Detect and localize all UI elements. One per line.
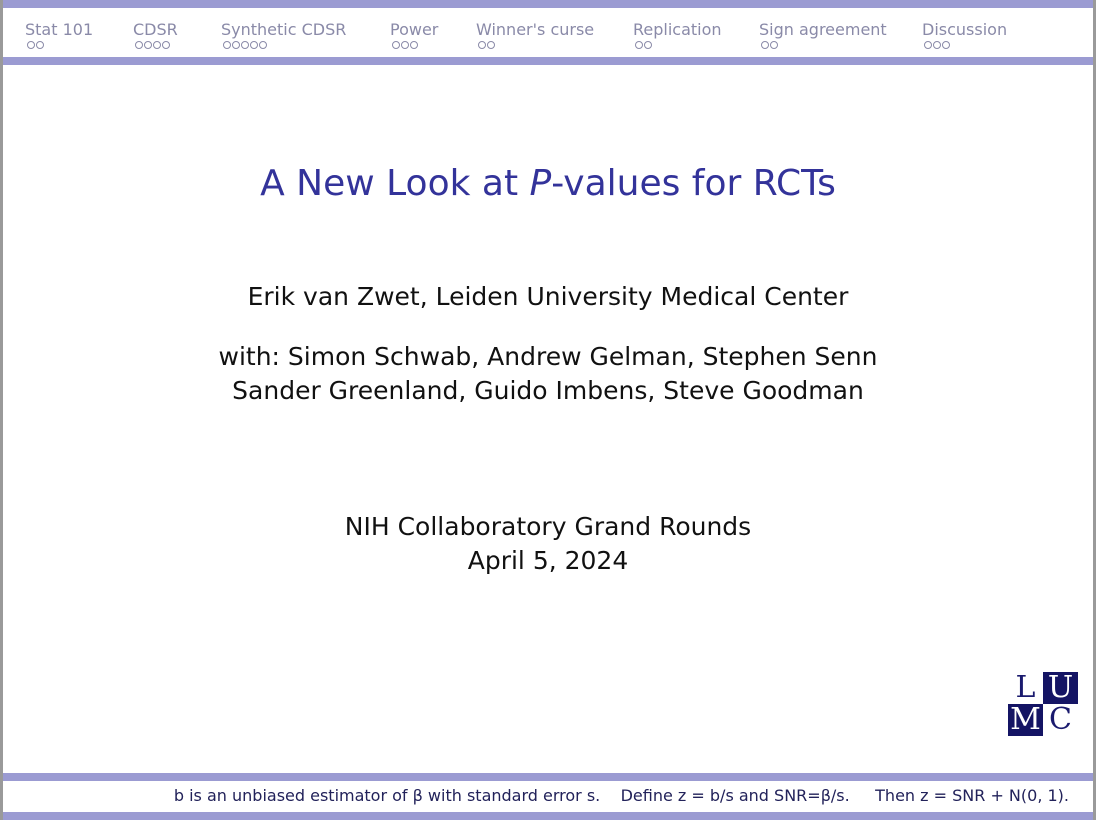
- nav-section-label: CDSR: [133, 20, 178, 39]
- nav-section-sign-agreement[interactable]: Sign agreement: [759, 20, 887, 49]
- collaborators-line-2: Sander Greenland, Guido Imbens, Steve Go…: [232, 376, 864, 405]
- nav-section-label: Stat 101: [25, 20, 94, 39]
- slide-dot[interactable]: [135, 41, 143, 49]
- title-suffix: -values for RCTs: [551, 163, 836, 204]
- nav-section-replication[interactable]: Replication: [633, 20, 722, 49]
- logo-letter-c: C: [1049, 702, 1072, 737]
- slide-dot[interactable]: [153, 41, 161, 49]
- slide-dot[interactable]: [924, 41, 932, 49]
- window-edge-left: [0, 0, 3, 820]
- event-name: NIH Collaboratory Grand Rounds: [344, 512, 752, 541]
- footer-formula-text: b is an unbiased estimator of β with sta…: [173, 786, 1069, 805]
- lumc-logo: L U M C: [1008, 672, 1078, 736]
- logo-letter-u: U: [1043, 672, 1078, 704]
- slide-dots[interactable]: [924, 41, 1007, 49]
- header-bar-top: [3, 0, 1093, 8]
- nav-section-synthetic-cdsr[interactable]: Synthetic CDSR: [221, 20, 346, 49]
- nav-section-label: Replication: [633, 20, 722, 39]
- slide-dots[interactable]: [392, 41, 438, 49]
- slide-dot[interactable]: [933, 41, 941, 49]
- slide-dots[interactable]: [635, 41, 722, 49]
- slide-dot[interactable]: [401, 41, 409, 49]
- slide-dot[interactable]: [942, 41, 950, 49]
- logo-letter-l: L: [1015, 670, 1036, 705]
- slide-dots[interactable]: [27, 41, 93, 49]
- slide-dot[interactable]: [223, 41, 231, 49]
- slide-dot[interactable]: [162, 41, 170, 49]
- footer-bar-bottom: [3, 812, 1093, 820]
- author: Erik van Zwet, Leiden University Medical…: [247, 282, 849, 311]
- collaborators-line-1: with: Simon Schwab, Andrew Gelman, Steph…: [218, 342, 878, 371]
- slide-dot[interactable]: [250, 41, 258, 49]
- nav-section-cdsr[interactable]: CDSR: [133, 20, 178, 49]
- slide-dot[interactable]: [27, 41, 35, 49]
- section-navigation: Stat 101 CDSR Synthetic CDSR Power Winne…: [3, 8, 1093, 57]
- slide-dot[interactable]: [644, 41, 652, 49]
- slide-dot[interactable]: [144, 41, 152, 49]
- header-bar-bottom: [3, 57, 1093, 65]
- event-date: April 5, 2024: [467, 546, 629, 575]
- slide-dot[interactable]: [410, 41, 418, 49]
- slide-dots[interactable]: [223, 41, 346, 49]
- event-info: NIH Collaboratory Grand Rounds April 5, …: [0, 510, 1096, 578]
- slide-dot[interactable]: [487, 41, 495, 49]
- slide-dot[interactable]: [761, 41, 769, 49]
- slide-title: A New Look at P-values for RCTs: [0, 163, 1096, 204]
- logo-letter-m: M: [1008, 704, 1043, 736]
- slide-dot[interactable]: [259, 41, 267, 49]
- title-prefix: A New Look at: [260, 163, 530, 204]
- nav-section-power[interactable]: Power: [390, 20, 438, 49]
- slide-dots[interactable]: [761, 41, 887, 49]
- nav-section-label: Discussion: [922, 20, 1008, 39]
- nav-section-label: Winner's curse: [476, 20, 595, 39]
- nav-section-discussion[interactable]: Discussion: [922, 20, 1007, 49]
- slide-dot[interactable]: [232, 41, 240, 49]
- nav-section-stat-101[interactable]: Stat 101: [25, 20, 93, 49]
- collaborators: with: Simon Schwab, Andrew Gelman, Steph…: [0, 340, 1096, 408]
- slide-dots[interactable]: [135, 41, 178, 49]
- slide-dot[interactable]: [478, 41, 486, 49]
- nav-section-label: Power: [390, 20, 439, 39]
- footer-bar-top: [3, 773, 1093, 781]
- slide-dot[interactable]: [36, 41, 44, 49]
- slide-dot[interactable]: [770, 41, 778, 49]
- footer: b is an unbiased estimator of β with sta…: [3, 781, 1093, 812]
- nav-section-label: Sign agreement: [759, 20, 887, 39]
- slide-dot[interactable]: [241, 41, 249, 49]
- title-italic: P: [529, 163, 552, 204]
- nav-section-winners-curse[interactable]: Winner's curse: [476, 20, 594, 49]
- slide-dot[interactable]: [635, 41, 643, 49]
- slide-dots[interactable]: [478, 41, 594, 49]
- nav-section-label: Synthetic CDSR: [221, 20, 347, 39]
- slide-dot[interactable]: [392, 41, 400, 49]
